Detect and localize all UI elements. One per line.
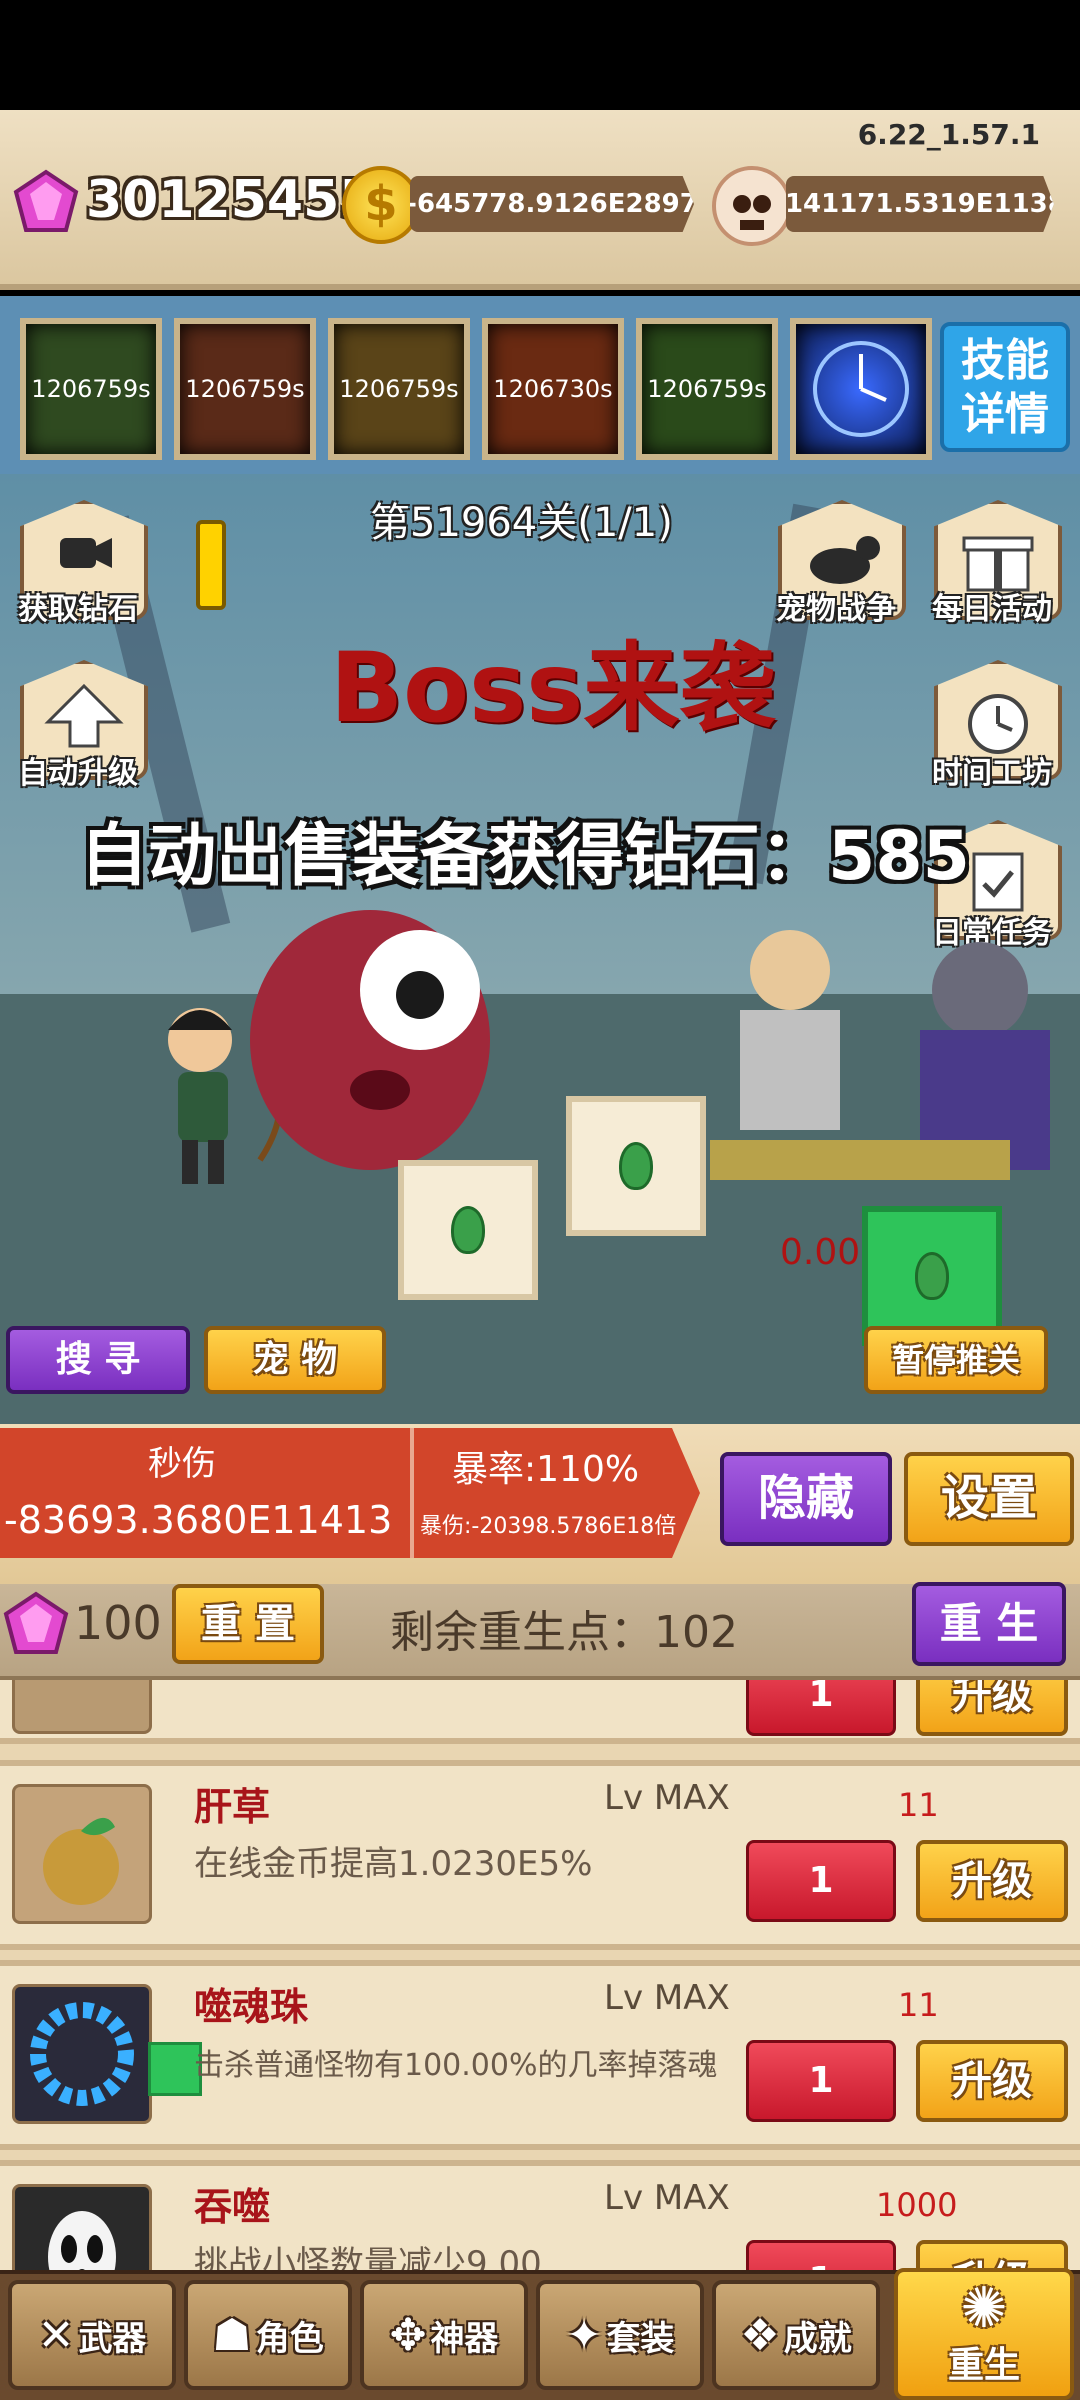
skill-timer: 1206759s (31, 375, 151, 403)
pause-stage-button[interactable]: 暂停推关 (864, 1326, 1048, 1394)
item-name: 吞噬 (194, 2185, 271, 2229)
dps-label: 秒伤 (148, 1444, 216, 1484)
settings-button[interactable]: 设置 (904, 1452, 1074, 1546)
enemy-horde (710, 930, 1050, 1180)
phoenix-icon: ✺ (960, 2276, 1008, 2341)
tab-label: 角色 (255, 2318, 324, 2359)
level-input[interactable]: 1 (746, 2040, 896, 2122)
tab-weapon[interactable]: ✕ 武器 (8, 2280, 176, 2390)
upgrade-button[interactable]: 升级 (916, 1680, 1068, 1736)
soul-count: -141171.5319E1138 (786, 176, 1054, 232)
item-desc: 击杀普通怪物有100.00%的几率掉落魂 (194, 2048, 718, 2083)
helmet-icon: ☗ (212, 2309, 252, 2361)
tab-achievement[interactable]: ❖ 成就 (712, 2280, 880, 2390)
tab-label: 武器 (78, 2318, 147, 2359)
daily-activity-label: 每日活动 (932, 592, 1052, 627)
level-input[interactable]: 1 (746, 1680, 896, 1736)
get-gems-label: 获取钻石 (18, 592, 138, 627)
crit-damage: 暴伤:-20398.5786E18倍 (420, 1514, 677, 1539)
crossed-swords-icon: ✕ (37, 2309, 75, 2361)
red-blob-boss (250, 910, 490, 1170)
hide-button[interactable]: 隐藏 (720, 1452, 892, 1546)
skill-slot-1[interactable]: 1206759s (20, 318, 162, 460)
item-desc: 挑战小怪数量减少9.00 (194, 2244, 542, 2270)
item-count: 11 (898, 1786, 939, 1824)
crit-rate: 暴率:110% (452, 1449, 640, 1490)
winged-emblem-icon: ✥ (389, 2309, 427, 2361)
skill-detail-button[interactable]: 技能详情 (940, 322, 1070, 452)
tab-rebirth[interactable]: ✺ 重生 (894, 2268, 1074, 2400)
necklace-drop-rare[interactable] (862, 1206, 1002, 1346)
soul-bead-icon (12, 1984, 152, 2124)
skill-slot-4[interactable]: 1206730s (482, 318, 624, 460)
rebirth-gem-cost: 100 (74, 1596, 162, 1650)
skill-slot-5[interactable]: 1206759s (636, 318, 778, 460)
item-name: 肝草 (194, 1785, 271, 1829)
level-input[interactable]: 1 (746, 1840, 896, 1922)
tab-label: 套装 (606, 2318, 675, 2359)
ghost-mask-icon (12, 2184, 152, 2270)
tab-character[interactable]: ☗ 角色 (184, 2280, 352, 2390)
gem-icon (13, 169, 79, 232)
skill-timer: 1206730s (493, 375, 613, 403)
item-icon (12, 1680, 152, 1734)
upgrade-button[interactable]: 升级 (916, 1840, 1068, 1922)
item-level: Lv MAX (604, 1778, 730, 1818)
rebirth-button[interactable]: 重 生 (912, 1582, 1066, 1666)
gourd-necklace-icon (619, 1142, 653, 1190)
pet-war-label: 宠物战争 (776, 592, 896, 627)
skill-slot-3[interactable]: 1206759s (328, 318, 470, 460)
time-workshop-label: 时间工坊 (932, 756, 1052, 791)
tab-label: 神器 (430, 2318, 499, 2359)
item-count: 1000 (876, 2186, 958, 2224)
upgrade-button[interactable]: 升级 (916, 2240, 1068, 2270)
clock-skill-icon[interactable] (790, 318, 932, 460)
upgrade-button[interactable]: 升级 (916, 2040, 1068, 2122)
stage-label: 第51964关(1/1) (370, 500, 673, 546)
item-level: Lv MAX (604, 1978, 730, 2018)
skill-timer: 1206759s (185, 375, 305, 403)
tab-artifact[interactable]: ✥ 神器 (360, 2280, 528, 2390)
tab-label: 成就 (783, 2318, 852, 2359)
gold-count: -645778.9126E2897 (410, 176, 694, 232)
item-count: 11 (898, 1986, 939, 2024)
gem-count: 30125455 (86, 170, 376, 230)
gourd-necklace-icon (451, 1206, 485, 1254)
rebirth-points: 剩余重生点：102 (390, 1607, 738, 1658)
skill-slot-2[interactable]: 1206759s (174, 318, 316, 460)
medal-icon: ❖ (740, 2309, 780, 2361)
status-bar (0, 0, 1080, 110)
tab-label: 重生 (947, 2345, 1020, 2386)
alert-icon (196, 520, 226, 610)
necklace-drop[interactable] (398, 1160, 538, 1300)
search-button[interactable]: 搜 寻 (6, 1326, 190, 1394)
liver-herb-icon (12, 1784, 152, 1924)
skill-timer: 1206759s (339, 375, 459, 403)
necklace-drop[interactable] (566, 1096, 706, 1236)
skill-list: 1 升级 肝草 Lv MAX 11 在线金币提高1.0230E5% 1 升级 噬… (0, 1680, 1080, 2270)
dps-value: -83693.3680E11413 (4, 1498, 393, 1542)
item-level: Lv MAX (604, 2178, 730, 2218)
gem-icon (3, 1591, 69, 1654)
damage-number: 0.00 (780, 1232, 861, 1273)
auto-upgrade-label: 自动升级 (18, 756, 138, 791)
skill-timer: 1206759s (647, 375, 767, 403)
tab-set[interactable]: ✦ 套装 (536, 2280, 704, 2390)
gourd-necklace-icon (915, 1252, 949, 1300)
item-desc: 在线金币提高1.0230E5% (194, 1844, 593, 1884)
boss-warning: Boss来袭 (330, 632, 776, 744)
soul-skull-icon (712, 166, 792, 246)
pet-button[interactable]: 宠 物 (204, 1326, 386, 1394)
reset-button[interactable]: 重 置 (172, 1584, 324, 1664)
level-input[interactable]: 1 (746, 2240, 896, 2270)
version-label: 6.22_1.57.1 (857, 118, 1040, 151)
item-name: 噬魂珠 (194, 1985, 309, 2029)
armor-set-icon: ✦ (565, 2309, 603, 2361)
gold-coin-icon: $ (342, 166, 420, 244)
